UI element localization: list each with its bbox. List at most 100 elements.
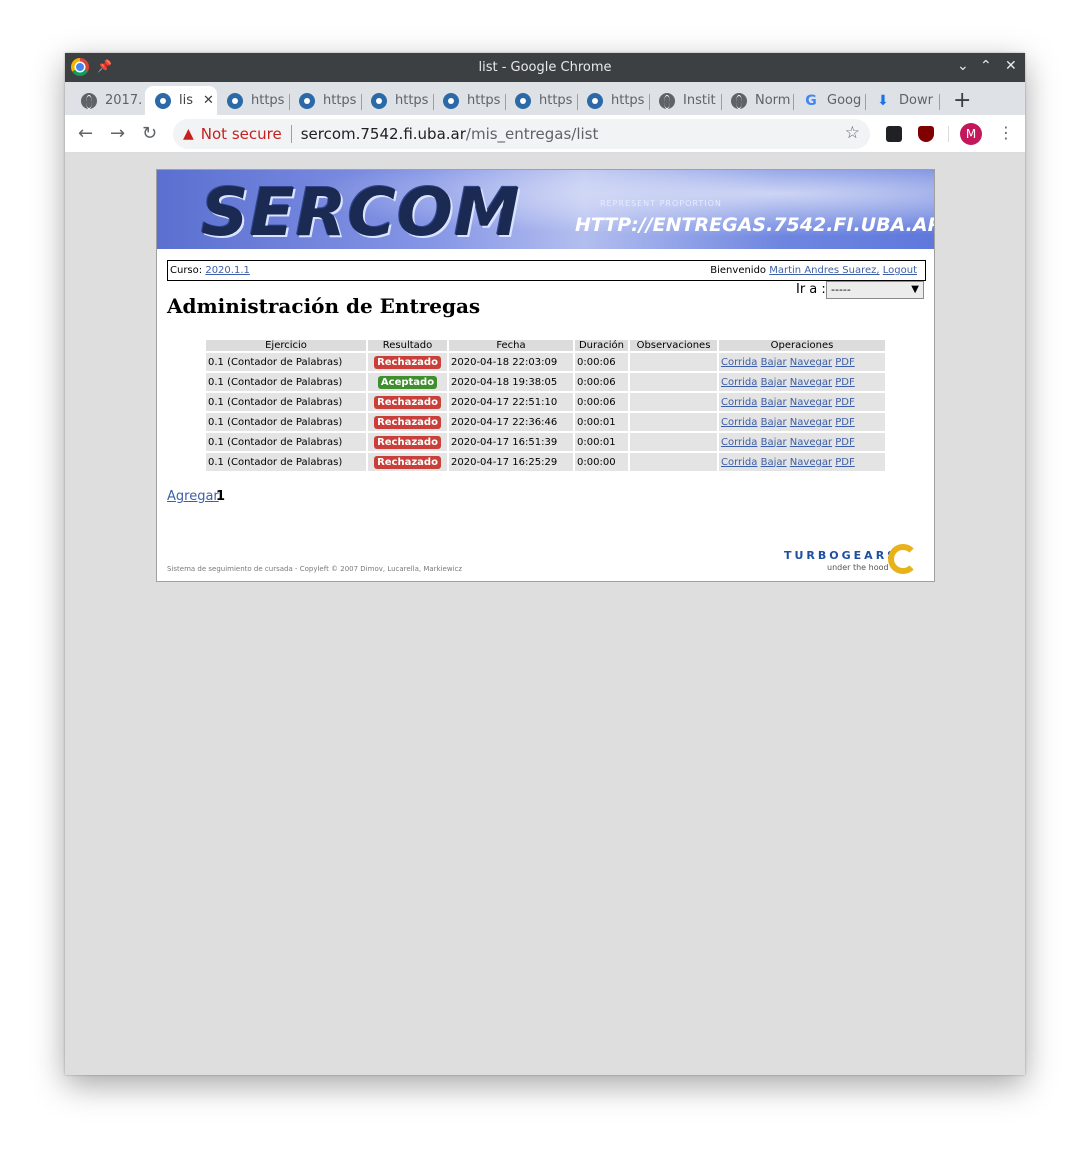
tab[interactable]: https [577, 86, 647, 115]
pdf-link[interactable]: PDF [835, 457, 854, 468]
status-badge: Rechazado [374, 415, 441, 429]
warning-icon[interactable]: ▲ [183, 126, 194, 142]
close-icon[interactable]: ✕ [203, 93, 214, 108]
tab[interactable]: ⬇ Dowr [865, 86, 937, 115]
tab-label: https [539, 93, 573, 108]
tab[interactable]: G Goog [793, 86, 863, 115]
cell-resultado: Rechazado [368, 353, 447, 371]
ublock-icon[interactable] [918, 126, 934, 142]
navegar-link[interactable]: Navegar [790, 377, 832, 388]
course-link[interactable]: 2020.1.1 [205, 265, 250, 276]
tab-label: 2017. [105, 93, 143, 108]
avatar[interactable]: M [960, 123, 982, 145]
corrida-link[interactable]: Corrida [721, 437, 757, 448]
banner-url: HTTP://ENTREGAS.7542.FI.UBA.AR [575, 214, 934, 236]
sercom-logo: SERCOM [201, 174, 521, 249]
maximize-button[interactable]: ⌃ [980, 58, 992, 74]
tab[interactable]: https [433, 86, 503, 115]
corrida-link[interactable]: Corrida [721, 417, 757, 428]
menu-icon[interactable]: ⋮ [998, 123, 1014, 142]
course-label: Curso: [170, 265, 203, 276]
security-label[interactable]: Not secure [201, 125, 282, 143]
bajar-link[interactable]: Bajar [761, 457, 787, 468]
tab[interactable]: https [361, 86, 431, 115]
pdf-link[interactable]: PDF [835, 357, 854, 368]
tab-label: https [467, 93, 501, 108]
header-operaciones: Operaciones [719, 340, 885, 351]
bajar-link[interactable]: Bajar [761, 417, 787, 428]
navegar-link[interactable]: Navegar [790, 397, 832, 408]
reload-icon[interactable]: ↻ [142, 123, 157, 144]
user-link[interactable]: Martin Andres Suarez, [769, 265, 879, 276]
cell-operaciones: Corrida Bajar Navegar PDF [719, 393, 885, 411]
cell-duracion: 0:00:06 [575, 393, 628, 411]
forward-icon[interactable]: → [110, 123, 125, 144]
google-icon: G [805, 92, 817, 109]
cell-ejercicio: 0.1 (Contador de Palabras) [206, 373, 366, 391]
cell-observaciones [630, 413, 717, 431]
corrida-link[interactable]: Corrida [721, 377, 757, 388]
tab-label: https [323, 93, 357, 108]
url-host[interactable]: sercom.7542.fi.uba.ar [301, 125, 466, 143]
gear-icon [515, 92, 531, 109]
table-header-row: Ejercicio Resultado Fecha Duración Obser… [206, 340, 885, 351]
tab[interactable]: https [505, 86, 575, 115]
browser-toolbar: ← → ↻ ▲ Not secure sercom.7542.fi.uba.ar… [65, 115, 1025, 153]
navegar-link[interactable]: Navegar [790, 357, 832, 368]
tab-label: Goog [827, 93, 862, 108]
globe-icon [81, 92, 97, 109]
cell-operaciones: Corrida Bajar Navegar PDF [719, 453, 885, 471]
cell-duracion: 0:00:01 [575, 413, 628, 431]
extension-icon[interactable] [886, 126, 902, 142]
turbogears-logo-icon [888, 544, 918, 574]
pdf-link[interactable]: PDF [835, 437, 854, 448]
cell-ejercicio: 0.1 (Contador de Palabras) [206, 413, 366, 431]
tab[interactable]: 2017. [71, 86, 143, 115]
page-title: Administración de Entregas [167, 294, 481, 318]
address-bar[interactable]: ▲ Not secure sercom.7542.fi.uba.ar /mis_… [173, 119, 870, 149]
banner-tagline: REPRESENT PROPORTION [600, 199, 722, 208]
table-row: 0.1 (Contador de Palabras) Rechazado 202… [206, 353, 885, 371]
navegar-link[interactable]: Navegar [790, 417, 832, 428]
table-row: 0.1 (Contador de Palabras) Rechazado 202… [206, 453, 885, 471]
bajar-link[interactable]: Bajar [761, 357, 787, 368]
url-path[interactable]: /mis_entregas/list [466, 125, 598, 143]
header-ejercicio: Ejercicio [206, 340, 366, 351]
navegar-link[interactable]: Navegar [790, 457, 832, 468]
tab-active[interactable]: lis ✕ [145, 86, 217, 115]
cell-fecha: 2020-04-17 16:25:29 [449, 453, 573, 471]
tab-strip: 2017. lis ✕ https https https https http… [65, 82, 1025, 115]
tab-label: https [611, 93, 645, 108]
close-window-button[interactable]: ✕ [1005, 58, 1017, 74]
corrida-link[interactable]: Corrida [721, 397, 757, 408]
minimize-button[interactable]: ⌄ [957, 58, 969, 74]
corrida-link[interactable]: Corrida [721, 357, 757, 368]
tab[interactable]: https [289, 86, 359, 115]
bajar-link[interactable]: Bajar [761, 437, 787, 448]
corrida-link[interactable]: Corrida [721, 457, 757, 468]
bajar-link[interactable]: Bajar [761, 377, 787, 388]
bookmark-star-icon[interactable]: ☆ [845, 123, 860, 143]
status-badge: Rechazado [374, 455, 441, 469]
back-icon[interactable]: ← [78, 123, 93, 144]
download-icon: ⬇ [877, 92, 889, 109]
cell-observaciones [630, 353, 717, 371]
cell-fecha: 2020-04-17 22:36:46 [449, 413, 573, 431]
goto-select[interactable]: ----- ▼ [826, 281, 924, 299]
pdf-link[interactable]: PDF [835, 397, 854, 408]
pdf-link[interactable]: PDF [835, 377, 854, 388]
tab[interactable]: https [217, 86, 287, 115]
table-row: 0.1 (Contador de Palabras) Rechazado 202… [206, 393, 885, 411]
cell-ejercicio: 0.1 (Contador de Palabras) [206, 393, 366, 411]
tab-label: https [395, 93, 429, 108]
tab[interactable]: Instit [649, 86, 719, 115]
cell-ejercicio: 0.1 (Contador de Palabras) [206, 453, 366, 471]
pdf-link[interactable]: PDF [835, 417, 854, 428]
navegar-link[interactable]: Navegar [790, 437, 832, 448]
bajar-link[interactable]: Bajar [761, 397, 787, 408]
cell-duracion: 0:00:00 [575, 453, 628, 471]
new-tab-button[interactable]: + [953, 88, 971, 113]
add-link[interactable]: Agregar [167, 489, 219, 504]
logout-link[interactable]: Logout [883, 265, 917, 276]
tab[interactable]: Norm [721, 86, 791, 115]
